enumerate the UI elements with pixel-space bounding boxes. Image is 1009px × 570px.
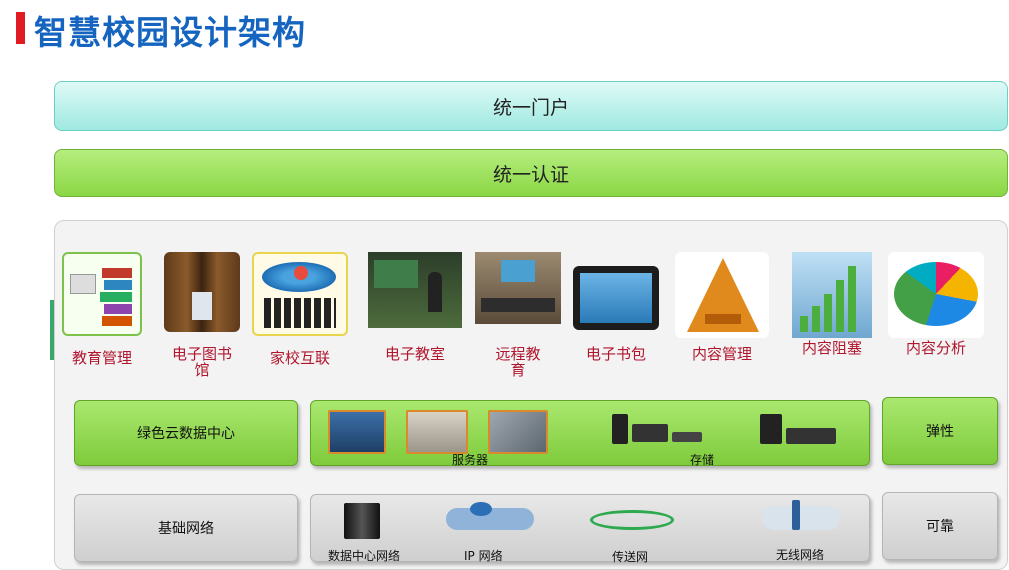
wireless-cloud-icon: [762, 506, 840, 530]
network-item-label: 传送网: [612, 550, 649, 564]
storage-label: 存储: [690, 453, 715, 467]
reliable-box: 可靠: [882, 492, 998, 560]
app-label: 电子书包: [585, 345, 646, 363]
router-icon: [470, 502, 492, 516]
reliable-label: 可靠: [926, 519, 954, 535]
container-datacenter-icon: [328, 410, 386, 454]
server-unit-icon: [632, 424, 668, 442]
app-label: 电子图书 馆: [171, 345, 232, 379]
app-label: 内容管理: [691, 345, 752, 363]
datacenter-network-icon: [344, 503, 380, 539]
people-network-icon: [252, 252, 348, 336]
network-item-label: IP 网络: [464, 549, 503, 563]
unified-portal-bar: 统一门户: [54, 81, 1008, 131]
library-icon: [164, 252, 240, 332]
app-digital-library: 电子图书 馆: [152, 252, 252, 378]
title-accent-bar: [16, 12, 25, 44]
app-home-school: 家校互联: [250, 252, 350, 366]
basic-network-label: 基础网络: [158, 521, 214, 537]
app-remote-education: 远程教 育: [468, 252, 568, 378]
app-label: 远程教 育: [495, 345, 541, 379]
classroom-icon: [368, 252, 462, 328]
storage-unit-icon: [786, 428, 836, 444]
app-label: 家校互联: [269, 349, 330, 367]
server-blade-icon: [672, 432, 702, 442]
remote-classroom-icon: [475, 252, 561, 324]
tablet-icon: [573, 266, 659, 330]
elastic-label: 弹性: [926, 424, 954, 440]
network-item-label: 无线网络: [776, 548, 825, 562]
transport-ring-icon: [590, 510, 674, 530]
network-item-label: 数据中心网络: [328, 549, 401, 563]
storage-array-icon: [760, 414, 782, 444]
modular-datacenter-icon: [406, 410, 468, 454]
app-content-management: 内容管理: [672, 252, 772, 362]
unified-portal-label: 统一门户: [492, 96, 569, 119]
bar-growth-icon: [792, 252, 872, 338]
wireless-tower-icon: [792, 500, 800, 530]
app-label: 内容阻塞: [801, 339, 862, 357]
basic-network-box: 基础网络: [74, 494, 298, 562]
app-e-schoolbag: 电子书包: [566, 252, 666, 362]
app-content-blocking: 内容阻塞: [782, 252, 882, 356]
app-label: 内容分析: [905, 339, 966, 357]
pyramid-icon: [675, 252, 769, 338]
green-cloud-datacenter-box: 绿色云数据中心: [74, 400, 298, 466]
pie-chart-icon: [888, 252, 984, 338]
unified-auth-bar: 统一认证: [54, 149, 1008, 197]
app-label: 教育管理: [71, 349, 132, 367]
unified-auth-label: 统一认证: [492, 163, 569, 186]
datacenter-floor-icon: [488, 410, 548, 454]
app-label: 电子教室: [384, 345, 445, 363]
server-rack-icon: [612, 414, 628, 444]
server-label: 服务器: [452, 453, 489, 467]
app-e-classroom: 电子教室: [362, 252, 468, 362]
elastic-box: 弹性: [882, 397, 998, 465]
datacenter-label: 绿色云数据中心: [137, 426, 235, 442]
page-title: 智慧校园设计架构: [34, 13, 306, 52]
app-content-analysis: 内容分析: [886, 252, 986, 356]
books-icon: [62, 252, 142, 336]
app-education-management: 教育管理: [52, 252, 152, 366]
